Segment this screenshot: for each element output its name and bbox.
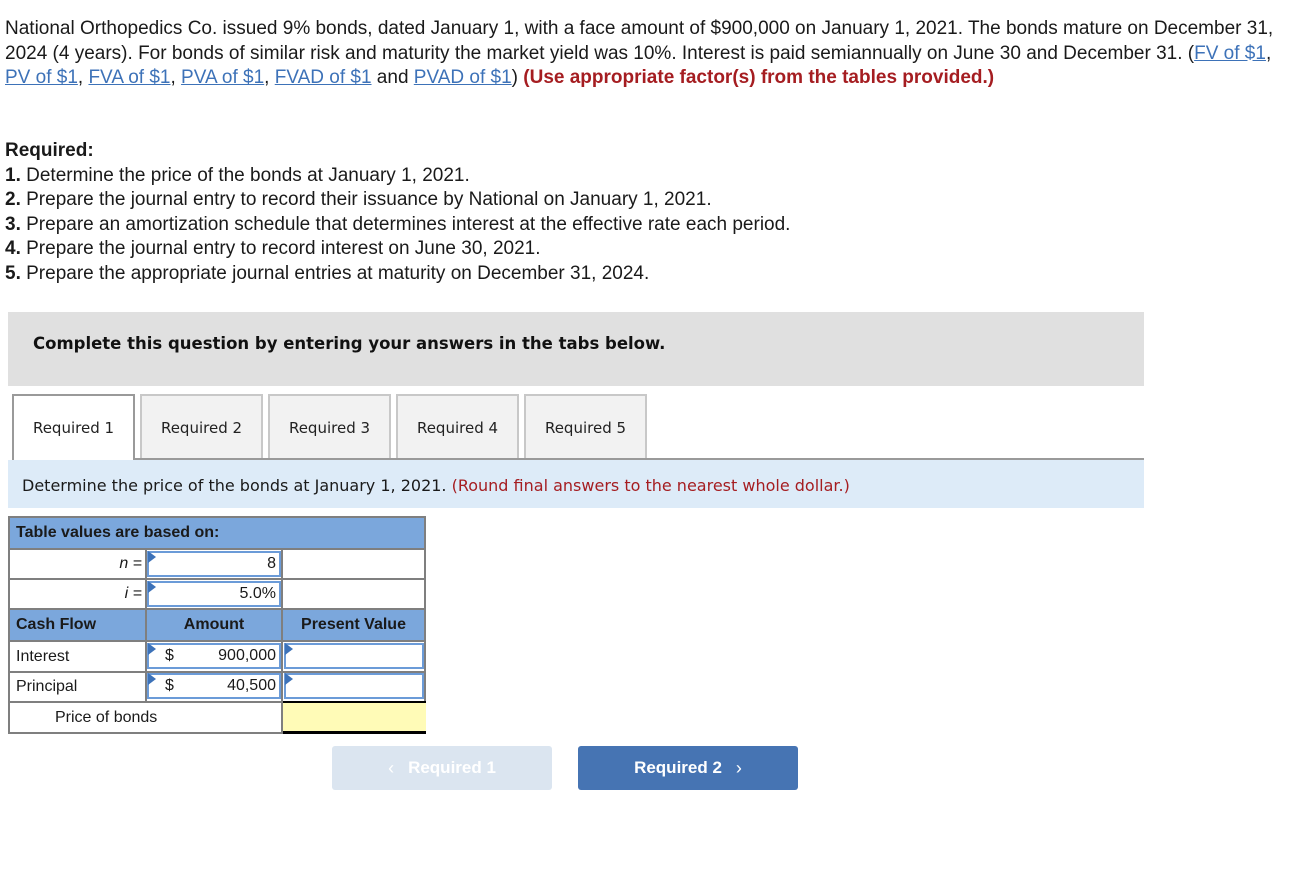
interest-present-value-input[interactable] [284, 643, 424, 669]
interest-amount: 900,000 [218, 647, 276, 664]
link-pv-of-1[interactable]: PV of $1 [5, 67, 78, 88]
required-item-number: 3. [5, 213, 21, 235]
principal-amount-input[interactable]: $ 40,500 [147, 673, 281, 699]
row-label-principal: Principal [16, 678, 78, 695]
input-flag-icon [148, 673, 156, 685]
i-input[interactable]: 5.0% [147, 581, 281, 607]
table-header-row: Table values are based on: [10, 518, 424, 548]
rounding-note: (Round final answers to the nearest whol… [451, 476, 850, 495]
chevron-left-icon: ‹ [388, 757, 395, 778]
link-pvad-of-1[interactable]: PVAD of $1 [414, 67, 512, 88]
required-item-number: 1. [5, 164, 21, 186]
required-item-number: 4. [5, 238, 21, 259]
previous-button-label: Required 1 [408, 758, 496, 777]
required-item: 1. Determine the price of the bonds at J… [5, 164, 1005, 189]
input-flag-icon [148, 643, 156, 655]
required-item: 2. Prepare the journal entry to record t… [5, 188, 1005, 213]
link-fv-of-1[interactable]: FV of $1 [1194, 43, 1266, 64]
required-item: 4. Prepare the journal entry to record i… [5, 237, 1005, 262]
table-basis-header: Table values are based on: [16, 524, 220, 541]
row-label-interest: Interest [16, 648, 70, 665]
required-item-text: Determine the price of the bonds at Janu… [20, 164, 470, 186]
interest-amount-input[interactable]: $ 900,000 [147, 643, 281, 669]
factor-instruction: (Use appropriate factor(s) from the tabl… [523, 67, 995, 88]
required-item-text: Prepare the journal entry to record thei… [20, 189, 712, 210]
required-title: Required: [5, 140, 94, 161]
required-item-number: 5. [5, 262, 21, 284]
required-list: Required: 1. Determine the price of the … [5, 139, 1005, 286]
present-value-table: Table values are based on: n = 8 i = 5.0… [8, 516, 426, 734]
input-flag-icon [285, 673, 293, 685]
n-value: 8 [267, 555, 276, 572]
tab-required-2[interactable]: Required 2 [140, 394, 263, 459]
tab-required-4[interactable]: Required 4 [396, 394, 519, 459]
principal-present-value-input[interactable] [284, 673, 424, 699]
separator: and [371, 67, 414, 88]
currency-symbol: $ [165, 647, 174, 664]
link-pva-of-1[interactable]: PVA of $1 [181, 67, 264, 88]
required-item: 3. Prepare an amortization schedule that… [5, 213, 1005, 238]
input-flag-icon [285, 643, 293, 655]
separator: ) [511, 67, 524, 88]
separator: , [77, 67, 89, 88]
n-input[interactable]: 8 [147, 551, 281, 577]
next-button-label: Required 2 [634, 758, 722, 777]
instruction-text: Complete this question by entering your … [33, 334, 666, 353]
col-amount: Amount [183, 616, 245, 633]
required-item: 5. Prepare the appropriate journal entri… [5, 262, 1005, 287]
separator: , [170, 67, 182, 88]
required-item-text: Prepare an amortization schedule that de… [20, 213, 791, 235]
price-of-bonds-total [283, 701, 426, 734]
currency-symbol: $ [165, 677, 174, 694]
principal-amount: 40,500 [227, 677, 276, 694]
price-of-bonds-label: Price of bonds [55, 709, 158, 726]
n-label: n = [119, 555, 142, 572]
input-flag-icon [148, 551, 156, 563]
prompt-text: Determine the price of the bonds at Janu… [22, 476, 452, 495]
required-item-text: Prepare the appropriate journal entries … [20, 262, 650, 284]
i-label: i = [124, 585, 142, 602]
link-fvad-of-1[interactable]: FVAD of $1 [275, 67, 372, 88]
col-cash-flow: Cash Flow [16, 616, 97, 633]
problem-text: National Orthopedics Co. issued 9% bonds… [5, 18, 1274, 64]
next-button[interactable]: Required 2 › [578, 746, 798, 790]
previous-button: ‹ Required 1 [332, 746, 552, 790]
required-item-number: 2. [5, 189, 21, 210]
separator: , [1265, 42, 1272, 64]
input-flag-icon [148, 581, 156, 593]
chevron-right-icon: › [735, 757, 742, 778]
separator: , [264, 67, 275, 88]
col-present-value: Present Value [301, 616, 406, 633]
question-prompt: Determine the price of the bonds at Janu… [8, 460, 1144, 508]
tab-required-5[interactable]: Required 5 [524, 394, 647, 459]
i-value: 5.0% [239, 585, 276, 602]
column-header-row: Cash Flow Amount Present Value [10, 610, 424, 640]
tab-required-1[interactable]: Required 1 [12, 394, 135, 460]
instruction-banner: Complete this question by entering your … [8, 312, 1144, 386]
problem-statement: National Orthopedics Co. issued 9% bonds… [5, 17, 1295, 91]
tab-required-3[interactable]: Required 3 [268, 394, 391, 459]
required-item-text: Prepare the journal entry to record inte… [20, 238, 541, 259]
link-fva-of-1[interactable]: FVA of $1 [88, 67, 170, 88]
